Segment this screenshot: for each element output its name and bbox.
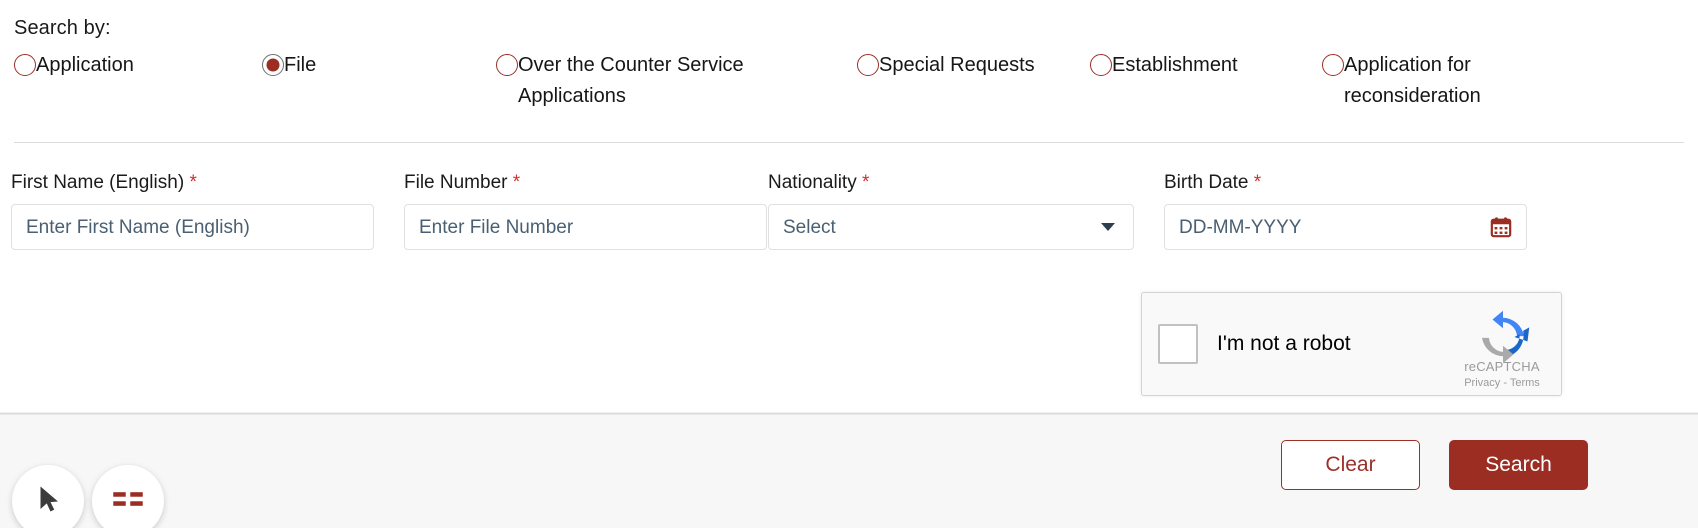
search-form-page: Search by: Application File Over the Cou… <box>0 0 1698 528</box>
recaptcha-legal-links[interactable]: Privacy - Terms <box>1449 377 1555 389</box>
radio-icon-application-for-reconsideration[interactable] <box>1322 54 1344 76</box>
search-by-radio-group: Application File Over the Counter Servic… <box>14 52 1684 132</box>
recaptcha-brand-name: reCAPTCHA <box>1464 359 1540 374</box>
radio-label-application-for-reconsideration: Application for reconsideration <box>1344 54 1481 107</box>
radio-icon-special-requests[interactable] <box>857 54 879 76</box>
calendar-icon[interactable] <box>1490 216 1512 238</box>
recaptcha-branding: reCAPTCHA Privacy - Terms <box>1449 293 1561 395</box>
field-file-number: File Number * Enter File Number <box>404 172 767 250</box>
accessibility-cursor-button[interactable] <box>12 465 84 528</box>
label-nationality: Nationality * <box>768 172 1134 194</box>
radio-option-special-requests[interactable]: Special Requests <box>857 52 1072 81</box>
search-button[interactable]: Search <box>1449 440 1588 490</box>
section-divider <box>14 142 1684 143</box>
placeholder-nationality: Select <box>783 216 836 238</box>
placeholder-first-name: Enter First Name (English) <box>26 216 250 238</box>
recaptcha-terms-link[interactable]: Terms <box>1510 377 1540 389</box>
chevron-down-icon[interactable] <box>1101 223 1115 231</box>
search-by-label: Search by: <box>14 17 111 39</box>
input-file-number[interactable]: Enter File Number <box>404 204 767 250</box>
required-asterisk-nationality: * <box>862 172 870 193</box>
field-nationality: Nationality * Select <box>768 172 1134 250</box>
recaptcha-privacy-link[interactable]: Privacy <box>1464 377 1500 389</box>
recaptcha-checkbox[interactable] <box>1158 324 1198 364</box>
accessibility-menu-button[interactable] <box>92 465 164 528</box>
placeholder-birth-date: DD-MM-YYYY <box>1179 216 1302 238</box>
radio-icon-application[interactable] <box>14 54 36 76</box>
input-first-name[interactable]: Enter First Name (English) <box>11 204 374 250</box>
radio-option-establishment[interactable]: Establishment <box>1090 52 1290 81</box>
label-birth-date: Birth Date * <box>1164 172 1527 194</box>
placeholder-file-number: Enter File Number <box>419 216 574 238</box>
label-first-name: First Name (English) * <box>11 172 374 194</box>
radio-option-application[interactable]: Application <box>14 52 244 81</box>
required-asterisk-birth-date: * <box>1253 172 1262 193</box>
search-form-fields: First Name (English) * Enter First Name … <box>0 172 1698 262</box>
recaptcha-label: I'm not a robot <box>1217 332 1351 355</box>
radio-label-file: File <box>284 54 317 76</box>
field-first-name: First Name (English) * Enter First Name … <box>11 172 374 250</box>
input-birth-date[interactable]: DD-MM-YYYY <box>1164 204 1527 250</box>
radio-option-application-for-reconsideration[interactable]: Application for reconsideration <box>1322 52 1552 112</box>
radio-option-file[interactable]: File <box>262 52 482 81</box>
recaptcha-widget[interactable]: I'm not a robot reCAPTCHA Privacy - Term… <box>1141 292 1562 396</box>
recaptcha-logo-icon <box>1475 309 1531 365</box>
label-file-number-text: File Number <box>404 172 508 193</box>
recaptcha-link-separator: - <box>1503 377 1507 389</box>
field-birth-date: Birth Date * DD-MM-YYYY <box>1164 172 1527 250</box>
radio-icon-establishment[interactable] <box>1090 54 1112 76</box>
radio-label-application: Application <box>36 54 134 76</box>
menu-lines-icon <box>111 485 145 518</box>
radio-option-over-the-counter-service-applications[interactable]: Over the Counter Service Applications <box>496 52 766 112</box>
required-asterisk-first-name: * <box>189 172 197 193</box>
label-birth-date-text: Birth Date <box>1164 172 1249 193</box>
radio-label-over-the-counter: Over the Counter Service Applications <box>518 54 744 107</box>
clear-button[interactable]: Clear <box>1281 440 1420 490</box>
radio-icon-over-the-counter[interactable] <box>496 54 518 76</box>
footer-bar <box>0 415 1698 528</box>
label-first-name-text: First Name (English) <box>11 172 185 193</box>
radio-label-special-requests: Special Requests <box>879 54 1035 76</box>
label-file-number: File Number * <box>404 172 767 194</box>
radio-label-establishment: Establishment <box>1112 54 1238 76</box>
cursor-arrow-icon <box>33 484 63 519</box>
label-nationality-text: Nationality <box>768 172 857 193</box>
required-asterisk-file-number: * <box>512 172 521 193</box>
radio-icon-file[interactable] <box>262 54 284 76</box>
select-nationality[interactable]: Select <box>768 204 1134 250</box>
